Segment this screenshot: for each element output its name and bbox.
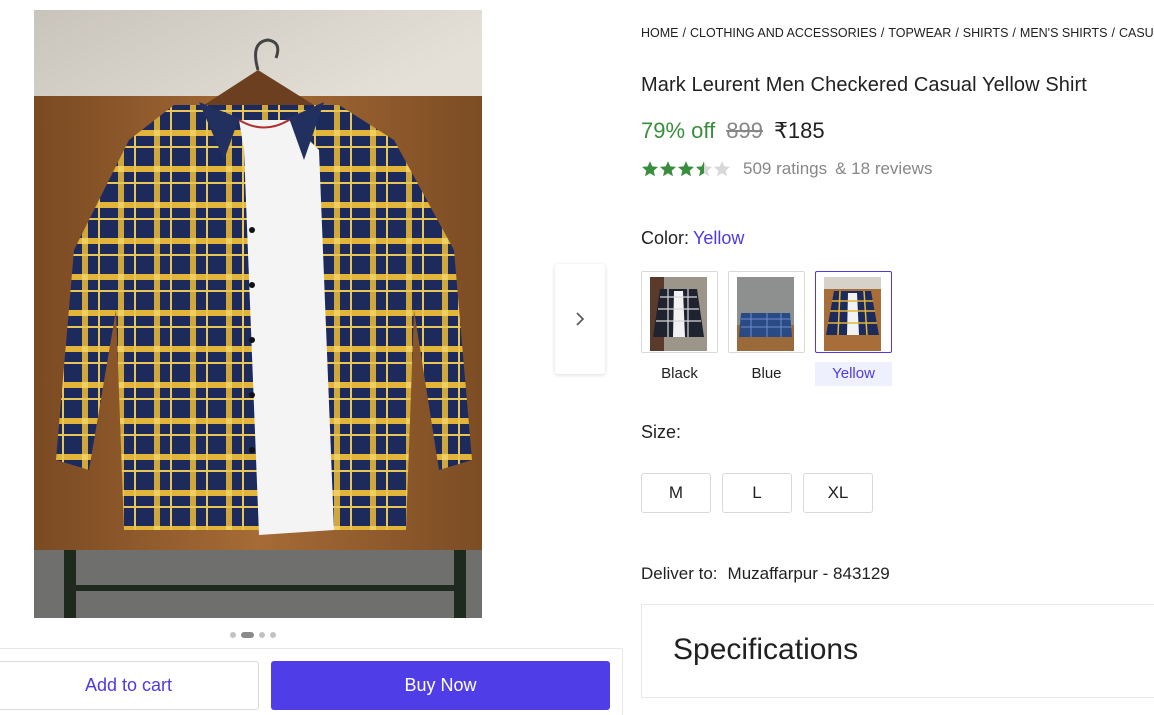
- star-icon: [696, 161, 712, 177]
- size-heading: Size:: [641, 422, 682, 442]
- specifications-section[interactable]: Specifications: [641, 604, 1154, 698]
- original-price: 899: [726, 118, 763, 143]
- next-image-button[interactable]: [555, 264, 605, 374]
- add-to-cart-button[interactable]: Add to cart: [0, 661, 259, 710]
- gallery-dot-active[interactable]: [241, 632, 254, 638]
- breadcrumb-topwear[interactable]: TOPWEAR: [888, 26, 951, 40]
- specifications-title: Specifications: [673, 633, 859, 666]
- swatch-thumbnail: [737, 277, 794, 351]
- reviews-count[interactable]: & 18 reviews: [835, 159, 932, 179]
- breadcrumb-casual-shirts[interactable]: CASUAL SHIRTS: [1119, 26, 1154, 40]
- breadcrumb-shirts[interactable]: SHIRTS: [963, 26, 1009, 40]
- selling-price: ₹185: [773, 118, 825, 143]
- swatch-thumbnail: [824, 277, 881, 351]
- color-option-label-blue[interactable]: Blue: [728, 362, 805, 386]
- star-icon: [642, 161, 658, 177]
- size-option-xl[interactable]: XL: [803, 473, 873, 513]
- breadcrumb-mens-shirts[interactable]: MEN'S SHIRTS: [1020, 26, 1108, 40]
- breadcrumb-clothing[interactable]: CLOTHING AND ACCESSORIES: [690, 26, 877, 40]
- delivery-label: Deliver to:: [641, 564, 718, 583]
- swatch-thumbnail: [650, 277, 707, 351]
- product-title: Mark Leurent Men Checkered Casual Yellow…: [641, 74, 1087, 96]
- chevron-right-icon: [576, 312, 585, 326]
- gallery-pagination: [230, 632, 276, 638]
- breadcrumb: HOME / CLOTHING AND ACCESSORIES / TOPWEAR / SH…: [641, 26, 1154, 40]
- star-icon: [714, 161, 730, 177]
- star-rating[interactable]: [641, 160, 731, 178]
- delivery-location[interactable]: Muzaffarpur - 843129: [728, 564, 890, 583]
- color-heading: Color: Yellow: [641, 228, 744, 249]
- ratings-count[interactable]: 509 ratings: [743, 159, 827, 179]
- breadcrumb-home[interactable]: HOME: [641, 26, 679, 40]
- rating-row: 509 ratings & 18 reviews: [641, 159, 932, 179]
- star-icon: [660, 161, 676, 177]
- color-option-label-yellow[interactable]: Yellow: [815, 362, 892, 386]
- buy-now-button[interactable]: Buy Now: [271, 661, 610, 710]
- color-swatch-black[interactable]: [641, 271, 718, 353]
- discount-percent: 79% off: [641, 118, 716, 143]
- color-label: Color:: [641, 228, 690, 248]
- size-option-l[interactable]: L: [722, 473, 792, 513]
- shirt-illustration: [34, 10, 482, 618]
- delivery-info: Deliver to: Muzaffarpur - 843129: [641, 564, 890, 584]
- action-bar: Add to cart Buy Now: [0, 648, 623, 715]
- selected-color: Yellow: [693, 228, 745, 248]
- color-swatch-yellow[interactable]: [815, 271, 892, 353]
- color-option-label-black[interactable]: Black: [641, 362, 718, 386]
- size-option-m[interactable]: M: [641, 473, 711, 513]
- product-main-image[interactable]: [34, 10, 482, 618]
- star-icon: [678, 161, 694, 177]
- gallery-dot[interactable]: [230, 632, 236, 638]
- color-swatch-blue[interactable]: [728, 271, 805, 353]
- gallery-dot[interactable]: [259, 632, 265, 638]
- gallery-dot[interactable]: [270, 632, 276, 638]
- price-row: 79% off 899 ₹185: [641, 118, 825, 144]
